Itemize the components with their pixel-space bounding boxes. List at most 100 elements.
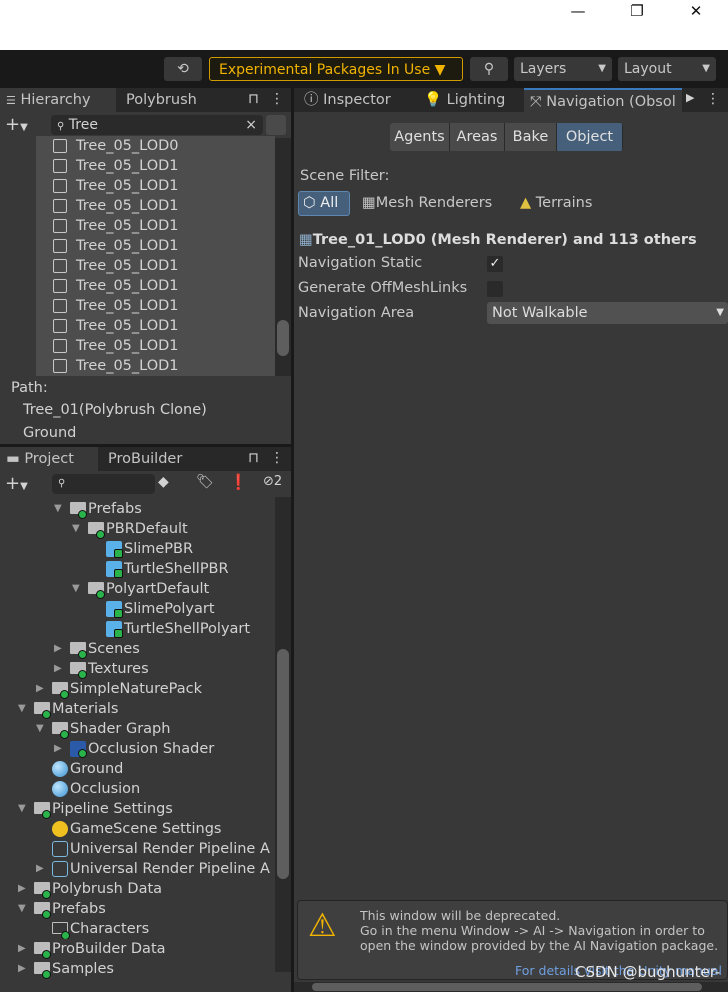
tab-hierarchy[interactable]: ☰ Hierarchy [0,88,116,112]
collapse-arrow-icon[interactable]: ▶ [54,739,62,759]
warning-text: This window will be deprecated. Go in th… [360,908,718,953]
project-item[interactable]: TurtleShellPolyart [0,619,275,639]
layout-dropdown[interactable]: Layout ▼ [618,57,716,81]
more-icon[interactable]: ⋮ [706,91,720,107]
collapse-arrow-icon[interactable]: ▶ [54,659,62,679]
hierarchy-item[interactable]: Tree_05_LOD1 [36,156,275,176]
hierarchy-item[interactable]: Tree_05_LOD1 [36,356,275,376]
lock-icon[interactable]: ⊓ [248,91,259,107]
tab-scroll-right-icon[interactable]: ▶ [686,91,694,104]
history-icon[interactable]: ⟲ [164,57,202,81]
project-item[interactable]: ▼ Shader Graph [0,719,275,739]
project-item[interactable]: ▶ Polybrush Data [0,879,275,899]
project-item[interactable]: ▼ Prefabs [0,499,275,519]
expand-arrow-icon[interactable]: ▼ [18,899,26,919]
filter-mesh-renderers-button[interactable]: ▦Mesh Renderers [362,195,492,211]
hierarchy-item[interactable]: Tree_05_LOD1 [36,296,275,316]
hierarchy-item[interactable]: Tree_05_LOD1 [36,196,275,216]
project-search-input[interactable]: ⚲ [52,474,155,494]
hierarchy-item[interactable]: Tree_05_LOD1 [36,176,275,196]
project-item[interactable]: Universal Render Pipeline A [0,839,275,859]
project-item[interactable]: SlimePolyart [0,599,275,619]
hierarchy-item[interactable]: Tree_05_LOD1 [36,336,275,356]
more-icon[interactable]: ⋮ [270,450,284,466]
experimental-packages-button[interactable]: Experimental Packages In Use ▼ [209,57,463,81]
segment-object[interactable]: Object [557,123,623,151]
project-item[interactable]: ▶ Scenes [0,639,275,659]
segment-areas[interactable]: Areas [450,123,505,151]
collapse-arrow-icon[interactable]: ▶ [54,639,62,659]
project-item[interactable]: ▼ Prefabs [0,899,275,919]
search-icon[interactable]: ⚲ [470,57,508,81]
hierarchy-item[interactable]: Tree_05_LOD1 [36,236,275,256]
filter-all-button[interactable]: ⬡ All [298,191,350,216]
hierarchy-search-input[interactable]: ⚲ Tree × [51,115,263,135]
folder-icon [70,642,87,659]
maximize-button[interactable]: ❐ [622,2,652,20]
collapse-arrow-icon[interactable]: ▶ [18,939,26,959]
project-item[interactable]: GameScene Settings [0,819,275,839]
project-item[interactable]: Characters [0,919,275,939]
collapse-arrow-icon[interactable]: ▶ [18,959,26,979]
collapse-arrow-icon[interactable]: ▶ [36,679,44,699]
warning-filter-icon[interactable]: ❗ [229,473,248,491]
item-label: Pipeline Settings [52,801,173,817]
hierarchy-item[interactable]: Tree_05_LOD1 [36,276,275,296]
add-icon[interactable]: +▼ [5,114,28,135]
tab-lighting[interactable]: 💡 Lighting [418,88,528,112]
expand-arrow-icon[interactable]: ▼ [54,499,62,519]
tab-probuilder[interactable]: ProBuilder [102,447,212,471]
expand-arrow-icon[interactable]: ▼ [72,579,80,599]
offmeshlinks-checkbox[interactable] [487,281,503,297]
tab-project[interactable]: ▬ Project [0,447,98,471]
hierarchy-item[interactable]: Tree_05_LOD1 [36,256,275,276]
tab-navigation[interactable]: ⤧ Navigation (Obsol [524,88,682,112]
project-item[interactable]: TurtleShellPBR [0,559,275,579]
hierarchy-scrollbar[interactable] [275,138,291,376]
project-item[interactable]: ▼ PBRDefault [0,519,275,539]
expand-arrow-icon[interactable]: ▼ [18,799,26,819]
project-item[interactable]: ▼ Pipeline Settings [0,799,275,819]
project-item[interactable]: ▶ Universal Render Pipeline A [0,859,275,879]
more-icon[interactable]: ⋮ [270,91,284,107]
project-item[interactable]: Occlusion [0,779,275,799]
item-label: SlimePolyart [124,601,215,617]
expand-arrow-icon[interactable]: ▼ [36,719,44,739]
project-item[interactable]: ▶ Occlusion Shader [0,739,275,759]
project-item[interactable]: ▶ ProBuilder Data [0,939,275,959]
horizontal-scrollbar[interactable] [294,982,728,992]
project-item[interactable]: ▼ Materials [0,699,275,719]
expand-arrow-icon[interactable]: ▼ [18,699,26,719]
hierarchy-item[interactable]: Tree_05_LOD1 [36,316,275,336]
minimize-button[interactable]: — [563,2,593,20]
tab-polybrush[interactable]: Polybrush [120,88,230,112]
navigation-static-checkbox[interactable]: ✓ [487,256,503,272]
filter-by-label-icon[interactable]: 🏷 [196,474,214,490]
hierarchy-item[interactable]: Tree_05_LOD1 [36,216,275,236]
layers-dropdown[interactable]: Layers ▼ [514,57,612,81]
navigation-area-dropdown[interactable]: Not Walkable ▼ [487,302,728,324]
collapse-arrow-icon[interactable]: ▶ [36,859,44,879]
project-item[interactable]: SlimePBR [0,539,275,559]
folder-icon [52,922,70,939]
segment-bake[interactable]: Bake [505,123,557,151]
close-button[interactable]: ✕ [681,2,711,20]
lock-icon[interactable]: ⊓ [248,450,259,466]
collapse-arrow-icon[interactable]: ▶ [18,879,26,899]
tab-inspector[interactable]: ⓘ Inspector [298,88,413,112]
item-label: Characters [70,921,150,937]
expand-arrow-icon[interactable]: ▼ [72,519,80,539]
project-item[interactable]: ▶ SimpleNaturePack [0,679,275,699]
segment-agents[interactable]: Agents [390,123,450,151]
filter-by-type-icon[interactable]: ◆ [158,474,169,490]
project-item[interactable]: ▼ PolyartDefault [0,579,275,599]
project-scrollbar[interactable] [275,497,291,972]
project-item[interactable]: ▶ Textures [0,659,275,679]
filter-terrains-button[interactable]: ▲ Terrains [520,195,592,211]
project-item[interactable]: ▶ Samples [0,959,275,979]
hierarchy-item[interactable]: Tree_05_LOD0 [36,136,275,156]
project-item[interactable]: Ground [0,759,275,779]
hidden-packages-icon[interactable]: ⊘2 [263,474,282,489]
open-search-window-icon[interactable] [266,115,286,135]
add-icon[interactable]: +▼ [5,473,28,494]
